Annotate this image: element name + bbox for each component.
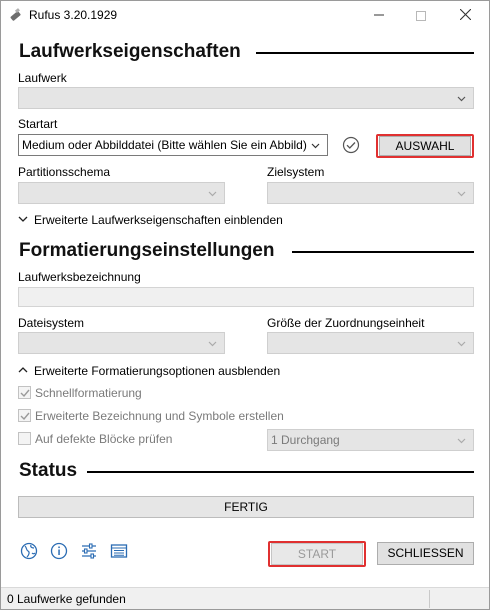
cluster-size-dropdown[interactable] [267,332,474,354]
rufus-window: Rufus 3.20.1929 Laufwerkseigenschaften L… [0,0,490,610]
quick-format-checkbox[interactable] [18,386,31,399]
chevron-up-icon [18,367,28,373]
chevron-down-icon [208,341,217,347]
bad-blocks-passes-value: 1 Durchgang [271,433,340,447]
chevron-down-icon [457,191,466,197]
close-window-button[interactable] [443,1,487,30]
chevron-down-icon [457,438,466,444]
close-icon [459,8,471,21]
extended-label-checkbox-row[interactable]: Erweiterte Bezeichnung und Symbole erste… [18,409,284,423]
status-bar-text: 0 Laufwerke gefunden [7,592,126,606]
chevron-down-icon [18,216,28,222]
advanced-format-options-toggle[interactable]: Erweiterte Formatierungsoptionen ausblen… [18,364,280,378]
window-title: Rufus 3.20.1929 [29,8,118,22]
file-system-dropdown[interactable] [18,332,225,354]
partition-scheme-label: Partitionsschema [18,165,111,179]
device-label: Laufwerk [18,71,67,85]
globe-icon[interactable] [20,542,38,560]
info-icon[interactable] [50,542,68,560]
format-options-heading: Formatierungseinstellungen [19,240,275,261]
heading-divider [256,52,474,54]
boot-selection-value: Medium oder Abbilddatei (Bitte wählen Si… [22,138,307,152]
heading-divider [87,471,474,473]
file-system-label: Dateisystem [18,316,85,330]
minimize-button[interactable] [357,1,401,30]
drive-properties-heading: Laufwerkseigenschaften [19,41,241,62]
status-bar-divider [429,590,430,608]
heading-divider [292,251,474,253]
quick-format-label: Schnellformatierung [35,386,142,400]
volume-label-input[interactable] [18,287,474,307]
start-button[interactable]: START [271,543,363,565]
chevron-down-icon [457,96,466,102]
maximize-icon [416,11,426,22]
status-bar: 0 Laufwerke gefunden [1,587,489,609]
bad-blocks-label: Auf defekte Blöcke prüfen [35,432,173,446]
checkmark-icon [20,389,30,398]
settings-sliders-icon[interactable] [80,542,98,560]
close-button[interactable]: SCHLIESSEN [377,542,474,565]
title-bar: Rufus 3.20.1929 [1,1,489,30]
select-image-button[interactable]: AUSWAHL [379,136,471,156]
advanced-format-options-label: Erweiterte Formatierungsoptionen ausblen… [34,364,281,378]
bad-blocks-checkbox-row[interactable]: Auf defekte Blöcke prüfen [18,432,172,446]
verify-checkmark-icon[interactable] [342,136,360,154]
boot-selection-dropdown[interactable]: Medium oder Abbilddatei (Bitte wählen Si… [18,134,328,156]
target-system-label: Zielsystem [267,165,325,179]
boot-selection-label: Startart [18,117,58,131]
log-icon[interactable] [110,542,128,560]
extended-label-label: Erweiterte Bezeichnung und Symbole erste… [35,409,284,423]
usb-drive-icon [10,8,21,21]
maximize-button[interactable] [399,1,443,30]
extended-label-checkbox[interactable] [18,409,31,422]
volume-label-label: Laufwerksbezeichnung [18,270,141,284]
chevron-down-icon [311,143,320,149]
chevron-down-icon [457,341,466,347]
bad-blocks-checkbox[interactable] [18,432,31,445]
device-dropdown[interactable] [18,87,474,109]
minimize-icon [374,14,384,16]
cluster-size-label: Größe der Zuordnungseinheit [267,316,425,330]
quick-format-checkbox-row[interactable]: Schnellformatierung [18,386,142,400]
bad-blocks-passes-dropdown[interactable]: 1 Durchgang [267,429,474,451]
partition-scheme-dropdown[interactable] [18,182,225,204]
target-system-dropdown[interactable] [267,182,474,204]
status-heading: Status [19,460,78,481]
checkmark-icon [20,412,30,421]
advanced-drive-properties-toggle[interactable]: Erweiterte Laufwerkseigenschaften einble… [18,213,283,227]
chevron-down-icon [208,191,217,197]
progress-bar: FERTIG [18,496,474,518]
advanced-drive-properties-label: Erweiterte Laufwerkseigenschaften einble… [34,213,283,227]
